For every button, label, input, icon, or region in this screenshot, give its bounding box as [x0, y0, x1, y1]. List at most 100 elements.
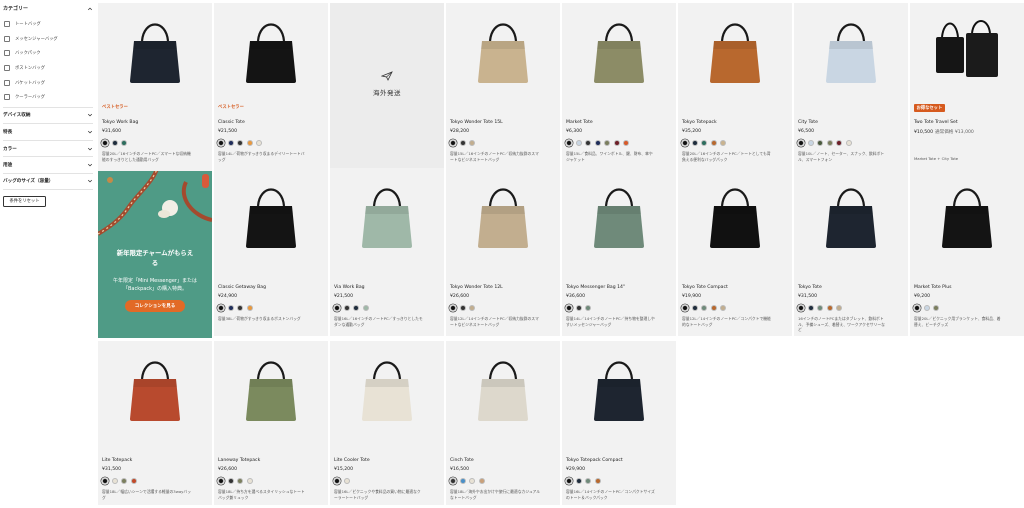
filter-option-messenger[interactable]: メッセンジャーバッグ [3, 32, 93, 47]
color-swatch[interactable] [682, 305, 688, 311]
view-collection-button[interactable]: コレクションを見る [125, 300, 185, 312]
category-filter-header[interactable]: カテゴリー [3, 3, 93, 14]
color-swatch[interactable] [566, 478, 572, 484]
color-swatch[interactable] [933, 305, 939, 311]
color-swatch[interactable] [237, 140, 243, 146]
color-swatch[interactable] [585, 478, 591, 484]
reset-filters-button[interactable]: 条件をリセット [3, 195, 46, 207]
product-card[interactable]: Classic Getaway Bag ¥24,900 容量38L／荷物がすっきり収… [214, 168, 328, 336]
color-swatch[interactable] [469, 305, 475, 311]
filter-option-tote[interactable]: トートバッグ [3, 17, 93, 32]
color-swatch[interactable] [111, 478, 118, 484]
color-swatch[interactable] [914, 305, 920, 311]
product-card[interactable]: Tokyo Messenger Bag 14" ¥36,600 容量14L／14イン… [562, 168, 676, 336]
checkbox[interactable] [4, 79, 10, 86]
product-name[interactable]: Tokyo Messenger Bag 14" [566, 285, 625, 290]
color-swatch[interactable] [218, 478, 224, 484]
color-swatch[interactable] [450, 140, 456, 146]
color-swatch[interactable] [710, 305, 717, 311]
product-name[interactable]: Lite Totepack [102, 458, 132, 463]
color-swatch[interactable] [343, 478, 350, 484]
color-swatch[interactable] [459, 478, 466, 484]
color-swatch[interactable] [826, 305, 833, 311]
color-swatch[interactable] [575, 478, 582, 484]
color-swatch[interactable] [817, 305, 823, 311]
color-swatch[interactable] [237, 305, 243, 311]
color-swatch[interactable] [353, 305, 359, 311]
color-swatch[interactable] [227, 140, 234, 146]
product-image[interactable] [98, 341, 212, 439]
product-card[interactable]: City Tote ¥6,500 容量10L／ノート、セーター、スナック、飲料ボトル… [794, 3, 908, 171]
color-swatch[interactable] [469, 478, 475, 484]
color-swatch[interactable] [691, 305, 698, 311]
product-name[interactable]: City Tote [798, 120, 818, 125]
color-swatch[interactable] [459, 305, 466, 311]
color-swatch[interactable] [826, 140, 833, 146]
product-card[interactable]: Market Tote ¥6,300 容量15L／食料品、ワインボトル、鍵、財布、傘… [562, 3, 676, 171]
product-card[interactable]: Market Tote Plus ¥9,200 容量20L／ピクニック用ブランケット… [910, 168, 1024, 336]
product-image[interactable] [794, 3, 908, 101]
color-swatch[interactable] [817, 140, 823, 146]
product-card[interactable]: ベストセラー Tokyo Work Bag ¥31,600 容量20L／16インチのノ… [98, 3, 212, 171]
color-swatch[interactable] [623, 140, 629, 146]
product-card[interactable]: Tokyo Tote Compact ¥19,900 容量12L／14インチのノート… [678, 168, 792, 336]
color-swatch[interactable] [923, 305, 930, 311]
color-swatch[interactable] [227, 305, 234, 311]
color-swatch[interactable] [469, 140, 475, 146]
product-name[interactable]: Tokyo Tote Compact [682, 285, 728, 290]
product-name[interactable]: Classic Getaway Bag [218, 285, 266, 290]
color-swatch[interactable] [807, 140, 814, 146]
color-swatch[interactable] [102, 478, 108, 484]
color-swatch[interactable] [798, 305, 804, 311]
product-image[interactable] [910, 3, 1024, 101]
filter-section-color[interactable]: カラー [3, 139, 93, 157]
color-swatch[interactable] [585, 305, 591, 311]
product-card[interactable]: Laneway Totepack ¥26,600 容量18L／持ち方を選べるスタイリ… [214, 341, 328, 505]
color-swatch[interactable] [450, 305, 456, 311]
product-image[interactable] [562, 341, 676, 439]
product-card[interactable]: Via Work Bag ¥21,500 容量16L／16インチのノートPC／すっき… [330, 168, 444, 336]
product-name[interactable]: Via Work Bag [334, 285, 365, 290]
color-swatch[interactable] [334, 478, 340, 484]
filter-section-size[interactable]: バッグのサイズ（容量） [3, 172, 93, 190]
checkbox[interactable] [4, 35, 10, 42]
filter-section-features[interactable]: 特長 [3, 123, 93, 140]
color-swatch[interactable] [130, 478, 137, 484]
product-image[interactable] [678, 168, 792, 266]
color-swatch[interactable] [575, 140, 582, 146]
color-swatch[interactable] [218, 305, 224, 311]
product-image[interactable] [214, 168, 328, 266]
color-swatch[interactable] [701, 140, 707, 146]
checkbox[interactable] [4, 21, 10, 28]
color-swatch[interactable] [720, 305, 726, 311]
color-swatch[interactable] [701, 305, 707, 311]
promo-banner-card[interactable]: 新年限定チャームがもらえ る 午年限定「Mini Messenger」または 「… [98, 168, 212, 338]
product-image[interactable] [794, 168, 908, 266]
product-name[interactable]: Tokyo Totepack Compact [566, 458, 623, 463]
product-image[interactable] [214, 341, 328, 439]
color-swatch[interactable] [246, 478, 253, 484]
filter-section-device[interactable]: デバイス収納 [3, 106, 93, 124]
color-swatch[interactable] [478, 478, 485, 484]
product-name[interactable]: Tokyo Work Bag [102, 120, 138, 125]
checkbox[interactable] [4, 65, 10, 72]
filter-option-backpack[interactable]: バックパック [3, 46, 93, 61]
product-image[interactable] [330, 168, 444, 266]
color-swatch[interactable] [237, 478, 243, 484]
product-image[interactable] [330, 341, 444, 439]
product-image[interactable] [446, 3, 560, 101]
product-image[interactable] [446, 168, 560, 266]
color-swatch[interactable] [710, 140, 717, 146]
color-swatch[interactable] [111, 140, 118, 146]
product-name[interactable]: Lite Cooler Tote [334, 458, 370, 463]
color-swatch[interactable] [218, 140, 224, 146]
color-swatch[interactable] [566, 305, 572, 311]
product-card[interactable]: ベストセラー Classic Tote ¥21,500 容量14L／荷物がすっきり収ま… [214, 3, 328, 171]
color-swatch[interactable] [121, 478, 127, 484]
color-swatch[interactable] [246, 140, 253, 146]
color-swatch[interactable] [227, 478, 234, 484]
product-card[interactable]: Lite Cooler Tote ¥15,200 容量16L／ピクニックや食料品の買… [330, 341, 444, 505]
filter-option-bucket[interactable]: バケットバッグ [3, 75, 93, 90]
color-swatch[interactable] [566, 140, 572, 146]
overseas-shipping-card[interactable]: 海外発送 [330, 3, 444, 171]
